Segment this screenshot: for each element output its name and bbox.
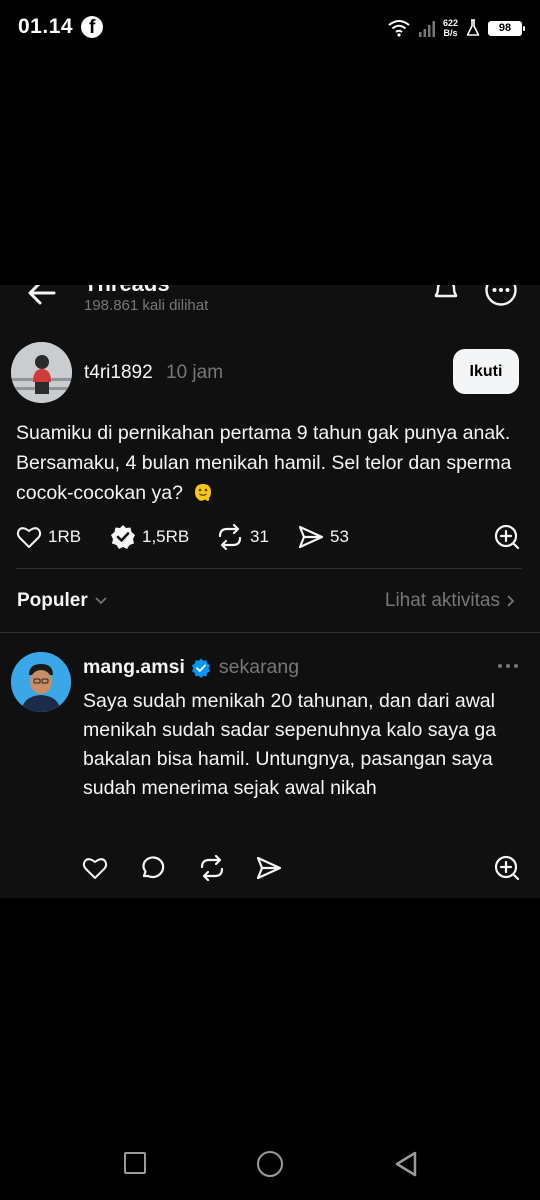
follow-button[interactable]: Ikuti [453, 349, 519, 394]
verified-count: 1,5RB [142, 527, 190, 546]
post-body: Suamiku di pernikahan pertama 9 tahun ga… [16, 418, 526, 508]
battery-icon: 98 [488, 20, 525, 36]
add-to-feed-icon[interactable] [494, 524, 520, 550]
chevron-right-icon [507, 595, 515, 607]
reply-avatar-photo [11, 652, 71, 712]
comment-icon[interactable] [140, 855, 166, 881]
reply-username[interactable]: mang.amsi [83, 656, 185, 679]
reply-avatar[interactable] [11, 652, 71, 712]
reply-actions [82, 854, 522, 882]
melting-face-emoji [195, 484, 212, 501]
heart-icon [16, 527, 42, 548]
send-icon[interactable] [256, 856, 282, 880]
divider [16, 568, 522, 569]
repost-count: 31 [250, 527, 269, 546]
repost-action[interactable]: 31 [216, 523, 269, 551]
post-timestamp: 10 jam [166, 362, 224, 383]
facebook-glyph: f [89, 17, 96, 38]
post-username[interactable]: t4ri1892 [84, 362, 153, 384]
signal-icon [418, 21, 435, 37]
recent-apps-icon[interactable] [124, 1152, 146, 1174]
chevron-down-icon [95, 597, 107, 605]
repost-icon [218, 524, 242, 550]
avatar[interactable] [11, 342, 72, 403]
verified-badge-icon [111, 525, 135, 549]
thread-panel: Threads 198.861 kali dilihat t4ri1892 10… [0, 285, 540, 898]
back-arrow-icon[interactable] [26, 285, 58, 307]
activity-link[interactable]: Lihat aktivitas [385, 590, 516, 612]
page-title: Threads [84, 285, 170, 297]
bell-icon[interactable] [430, 285, 462, 309]
more-options-icon[interactable] [484, 285, 518, 307]
reply-body: Saya sudah menikah 20 tahunan, dan dari … [83, 690, 497, 799]
heart-icon[interactable] [82, 856, 108, 880]
activity-label: Lihat aktivitas [384, 590, 500, 611]
home-icon[interactable] [257, 1151, 283, 1177]
facebook-notification-icon: f [81, 16, 103, 38]
verified-action[interactable]: 1,5RB [110, 523, 189, 551]
flask-icon [466, 19, 480, 36]
add-to-feed-icon[interactable] [494, 855, 520, 881]
share-count: 53 [330, 527, 349, 546]
view-count: 198.861 kali dilihat [84, 297, 209, 314]
status-bar: 01.14 f 622 B/s 98 [0, 0, 540, 56]
sort-label: Populer [17, 590, 88, 611]
send-icon [298, 525, 324, 549]
network-speed: 622 B/s [442, 18, 458, 38]
post-actions: 1RB 1,5RB 31 53 [16, 523, 522, 551]
like-action[interactable]: 1RB [16, 523, 81, 551]
avatar-photo [11, 342, 72, 403]
post-text: Suamiku di pernikahan pertama 9 tahun ga… [16, 422, 512, 504]
share-action[interactable]: 53 [298, 523, 349, 551]
wifi-icon [388, 20, 410, 37]
like-count: 1RB [48, 527, 82, 546]
divider [0, 632, 540, 633]
status-icons: 622 B/s 98 [387, 14, 525, 42]
verified-icon [191, 658, 210, 678]
reply-header: mang.amsi sekarang [83, 656, 299, 679]
system-nav-bar [0, 1130, 540, 1200]
repost-icon[interactable] [198, 855, 226, 881]
back-triangle-icon[interactable] [394, 1151, 418, 1177]
reply-more-icon[interactable] [496, 661, 520, 671]
status-time: 01.14 [18, 15, 74, 38]
sort-dropdown[interactable]: Populer [17, 590, 108, 612]
reply-timestamp: sekarang [218, 656, 300, 678]
